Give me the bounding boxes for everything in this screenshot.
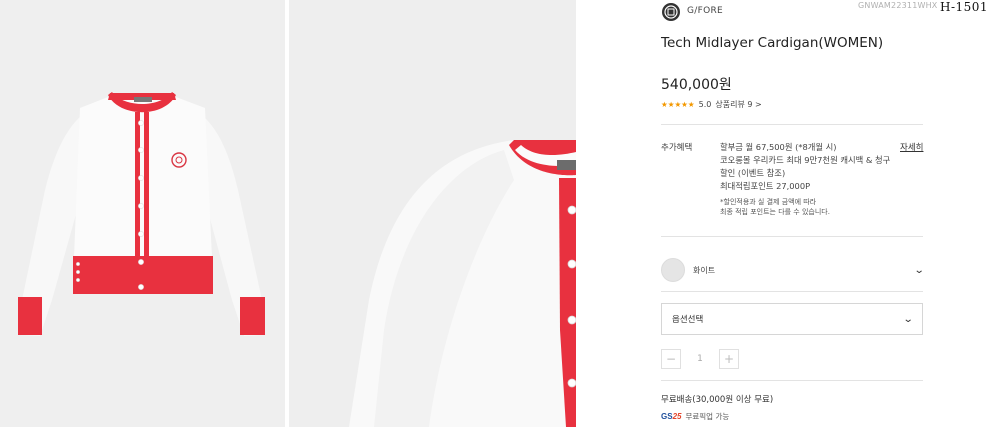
benefit-note-line: 최종 적립 포인트는 다를 수 있습니다. (720, 208, 830, 216)
benefit-line: 코오롱몰 우리카드 최대 9만7천원 캐시백 & 청구 (720, 155, 891, 165)
chevron-down-icon[interactable]: ⌄ (913, 265, 924, 276)
increase-quantity-button[interactable]: + (719, 349, 739, 369)
product-code-stamp: H-1501 (940, 0, 989, 14)
brand-name-link[interactable]: G/FORE (687, 6, 723, 16)
gs25-logo-icon: GS25 (661, 412, 682, 421)
benefit-note: *할인적용과 실 결제 금액에 따라 최종 적립 포인트는 다를 수 있습니다. (720, 197, 900, 217)
rating-value: 5.0 (698, 100, 712, 109)
product-price: 540,000원 (661, 77, 732, 93)
color-option-row[interactable]: 화이트 ⌄ (661, 256, 924, 284)
rating-summary: ★★★★★ 5.0 상품리뷰 9 > (661, 99, 762, 110)
chevron-down-icon: ⌄ (902, 313, 914, 325)
rating-stars-icon: ★★★★★ (661, 100, 695, 109)
divider (661, 124, 923, 125)
review-link[interactable]: 상품리뷰 9 > (715, 99, 761, 110)
option-select-label: 옵션선택 (672, 315, 704, 325)
gs25-pickup: GS25 무료픽업 가능 (661, 411, 729, 422)
decrease-quantity-button[interactable]: − (661, 349, 681, 369)
gs25-pickup-text: 무료픽업 가능 (685, 412, 730, 421)
product-title: Tech Midlayer Cardigan(WOMEN) (661, 35, 884, 51)
quantity-stepper: − 1 + (661, 349, 739, 369)
product-sku: GNWAM22311WHX (858, 1, 938, 10)
benefit-line: 최대적립포인트 27,000P (720, 181, 811, 191)
product-info-panel: G/FORE GNWAM22311WHX H-1501 Tech Midlaye… (576, 0, 1000, 427)
benefit-note-line: *할인적용과 실 결제 금액에 따라 (720, 198, 817, 206)
cardigan-front-illustration (0, 0, 285, 427)
product-image-main[interactable] (0, 0, 285, 427)
quantity-value[interactable]: 1 (681, 354, 719, 364)
benefit-detail-link[interactable]: 자세히 (900, 141, 923, 153)
benefit-line: 할부금 월 67,500원 (*8개월 시) (720, 142, 837, 152)
brand-logo-icon[interactable] (661, 2, 681, 22)
color-swatch[interactable] (661, 258, 685, 282)
color-name: 화이트 (693, 265, 716, 275)
option-select[interactable]: 옵션선택 ⌄ (661, 303, 923, 335)
shipping-info: 무료배송(30,000원 이상 무료) (661, 395, 774, 405)
product-image-detail[interactable] (289, 0, 576, 427)
divider (661, 236, 923, 237)
cardigan-closeup-illustration (289, 0, 576, 427)
divider (661, 380, 923, 381)
benefit-line: 할인 (이벤트 참조) (720, 168, 786, 178)
benefit-details: 할부금 월 67,500원 (*8개월 시) 코오롱몰 우리카드 최대 9만7천… (720, 141, 900, 193)
benefit-label: 추가혜택 (661, 143, 693, 153)
divider (661, 291, 923, 292)
